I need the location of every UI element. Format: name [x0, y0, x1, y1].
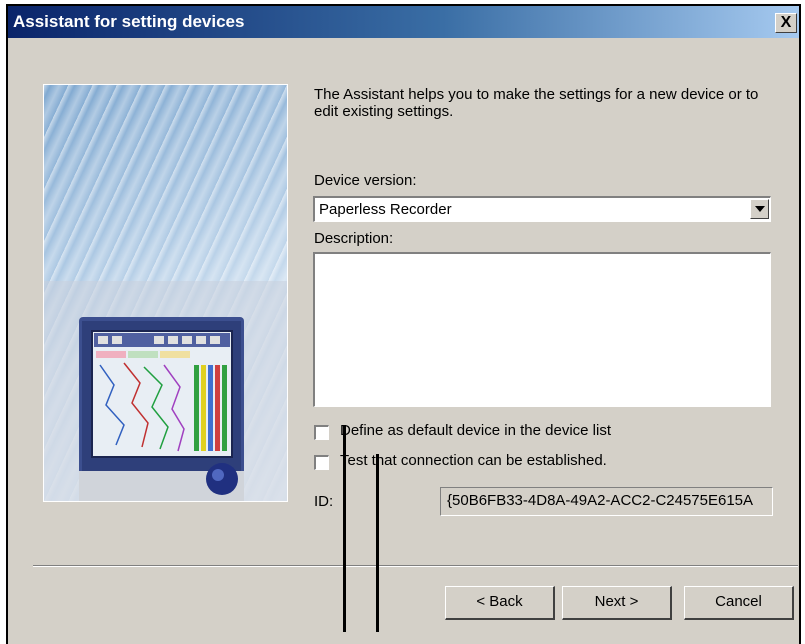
close-icon: X [780, 14, 792, 31]
device-version-select[interactable]: Paperless Recorder [313, 196, 771, 222]
intro-text: The Assistant helps you to make the sett… [314, 86, 759, 120]
chevron-down-icon[interactable] [750, 199, 769, 219]
recorder-device-illustration [43, 84, 288, 502]
default-device-label: Define as default device in the device l… [340, 422, 611, 439]
id-field: {50B6FB33-4D8A-49A2-ACC2-C24575E615A [440, 487, 773, 516]
back-button[interactable]: < Back [445, 586, 555, 620]
test-connection-label: Test that connection can be established. [340, 452, 607, 469]
description-field[interactable] [313, 252, 771, 407]
annotation-pointer-line [376, 454, 379, 632]
next-button[interactable]: Next > [562, 586, 672, 620]
cancel-button[interactable]: Cancel [684, 586, 794, 620]
footer-separator [33, 565, 798, 567]
device-version-label: Device version: [314, 172, 417, 189]
description-label: Description: [314, 230, 394, 247]
id-label: ID: [314, 493, 334, 510]
setup-assistant-dialog: Assistant for setting devices X The Assi… [6, 4, 801, 644]
annotation-pointer-line [343, 425, 346, 632]
device-version-value: Paperless Recorder [319, 201, 452, 218]
test-connection-checkbox[interactable] [314, 455, 329, 470]
title-bar: Assistant for setting devices X [8, 6, 799, 38]
recorder-illustration-svg [44, 281, 287, 501]
close-button[interactable]: X [775, 13, 797, 33]
default-device-checkbox[interactable] [314, 425, 329, 440]
window-title: Assistant for setting devices [13, 12, 245, 31]
